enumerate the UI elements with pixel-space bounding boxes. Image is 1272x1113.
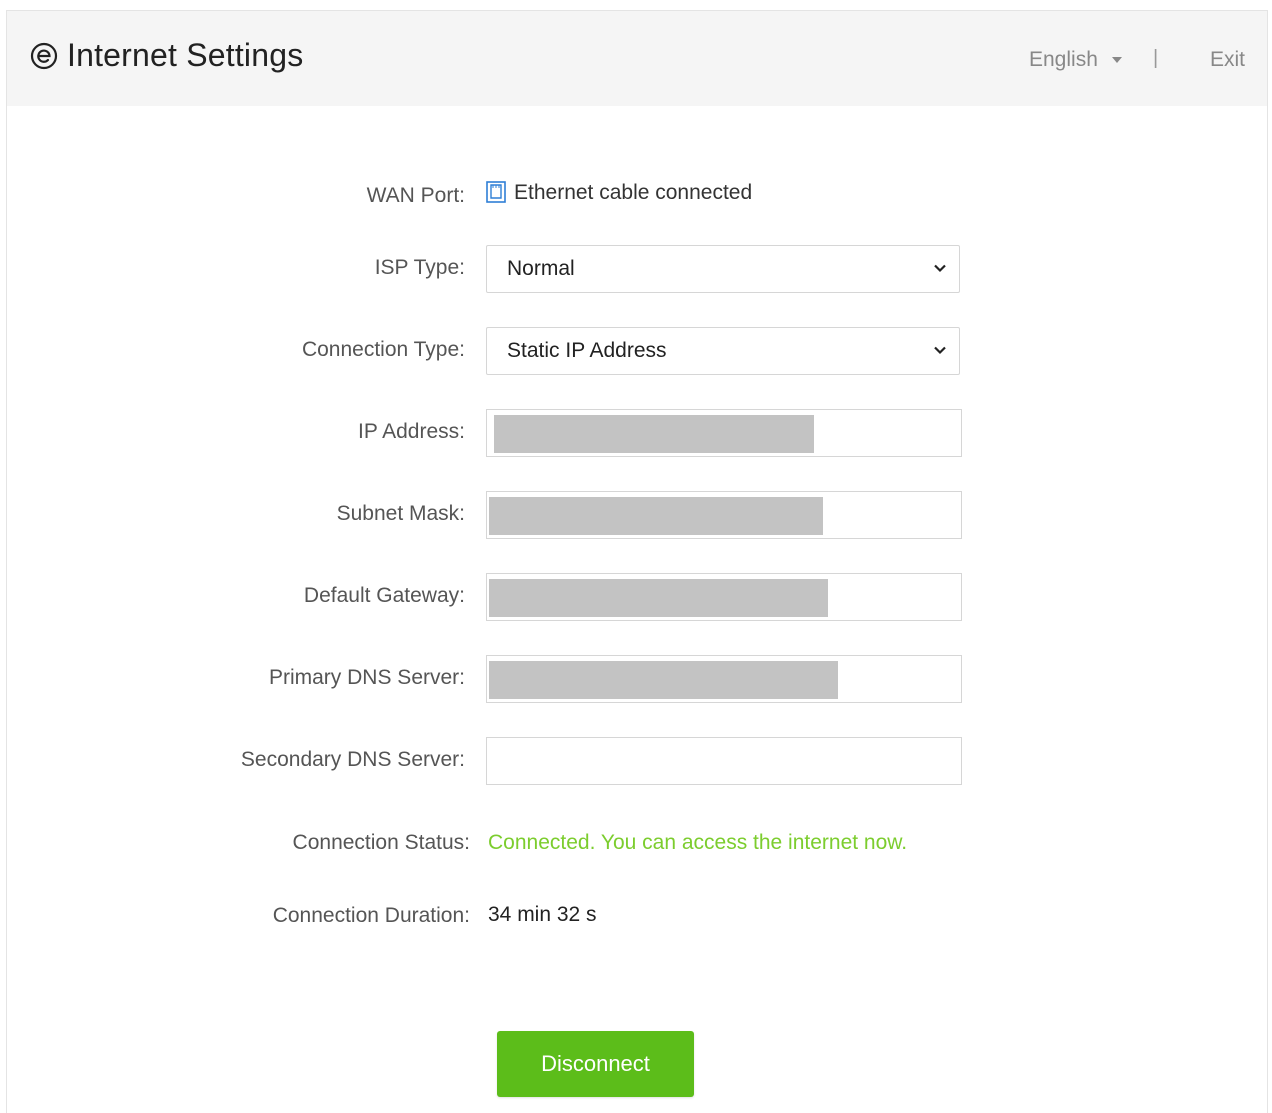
subnet-mask-label: Subnet Mask: [336, 502, 465, 525]
redacted-value [494, 415, 814, 453]
chevron-down-icon [934, 264, 946, 273]
default-gateway-label: Default Gateway: [303, 584, 465, 607]
isp-type-label: ISP Type: [374, 256, 465, 279]
caret-down-icon [1111, 57, 1122, 63]
primary-dns-input[interactable] [486, 655, 962, 703]
secondary-dns-input[interactable] [486, 737, 962, 785]
internet-settings-icon [29, 41, 59, 71]
connection-type-label: Connection Type: [301, 338, 465, 361]
page-title: Internet Settings [67, 37, 304, 73]
isp-type-select[interactable]: Normal [486, 245, 960, 293]
ip-address-label: IP Address: [357, 420, 465, 443]
subnet-mask-input[interactable] [486, 491, 962, 539]
connection-type-select[interactable]: Static IP Address [486, 327, 960, 375]
title-group: Internet Settings [29, 37, 303, 74]
isp-type-value: Normal [507, 257, 575, 280]
redacted-value [489, 661, 838, 699]
chevron-down-icon [934, 346, 946, 355]
wan-port-label: WAN Port: [366, 184, 465, 207]
language-label: English [1029, 48, 1098, 71]
default-gateway-input[interactable] [486, 573, 962, 621]
connection-duration-value: 34 min 32 s [488, 903, 597, 926]
header-separator: | [1153, 47, 1159, 69]
connection-duration-label: Connection Duration: [272, 904, 470, 927]
connection-status-label: Connection Status: [292, 831, 470, 854]
redacted-value [489, 497, 823, 535]
disconnect-button[interactable]: Disconnect [497, 1031, 694, 1097]
page-header: Internet Settings English | Exit [7, 11, 1267, 106]
redacted-value [489, 579, 828, 617]
settings-panel: Internet Settings English | Exit WAN Por… [6, 10, 1268, 1113]
connection-status-value: Connected. You can access the internet n… [488, 831, 908, 854]
connection-type-value: Static IP Address [507, 339, 667, 362]
primary-dns-label: Primary DNS Server: [268, 666, 465, 689]
ethernet-port-icon [486, 181, 506, 203]
language-selector[interactable]: English [1029, 48, 1122, 72]
wan-port-status: Ethernet cable connected [514, 181, 753, 204]
secondary-dns-label: Secondary DNS Server: [240, 748, 465, 771]
exit-link[interactable]: Exit [1210, 48, 1245, 72]
ip-address-input[interactable] [486, 409, 962, 457]
